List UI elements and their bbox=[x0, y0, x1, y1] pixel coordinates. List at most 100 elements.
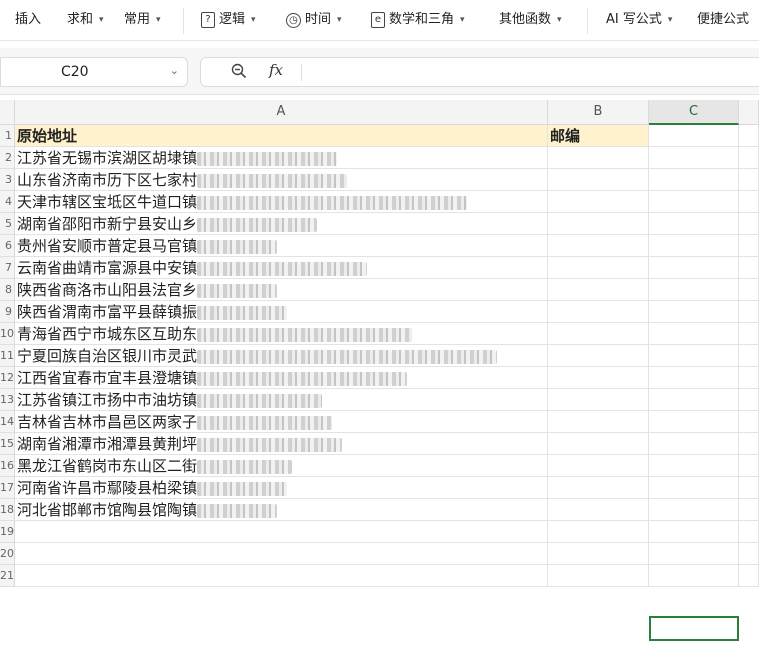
row-header[interactable]: 8 bbox=[0, 279, 15, 301]
row-header[interactable]: 18 bbox=[0, 499, 15, 521]
cell-b[interactable] bbox=[548, 191, 649, 213]
time-functions-button[interactable]: ◷ 时间 ▾ bbox=[286, 10, 342, 30]
cell-b[interactable] bbox=[548, 323, 649, 345]
cell-b[interactable] bbox=[548, 477, 649, 499]
cell-d[interactable] bbox=[739, 169, 759, 191]
cell-b[interactable] bbox=[548, 543, 649, 565]
other-functions-button[interactable]: 其他函数 ▾ bbox=[499, 10, 562, 30]
row-header[interactable]: 19 bbox=[0, 521, 15, 543]
cell-c[interactable] bbox=[649, 367, 739, 389]
cell-b[interactable] bbox=[548, 565, 649, 587]
cell-b[interactable] bbox=[548, 411, 649, 433]
cell-a[interactable] bbox=[15, 543, 548, 565]
cell-c[interactable] bbox=[649, 147, 739, 169]
cell-a[interactable]: 宁夏回族自治区银川市灵武 bbox=[15, 345, 548, 367]
cell-b[interactable] bbox=[548, 389, 649, 411]
name-box[interactable]: C20 ⌄ bbox=[0, 57, 188, 87]
cell-d[interactable] bbox=[739, 235, 759, 257]
cell-a[interactable]: 青海省西宁市城东区互助东 bbox=[15, 323, 548, 345]
row-header[interactable]: 1 bbox=[0, 125, 15, 147]
cell-b[interactable] bbox=[548, 147, 649, 169]
cell-d[interactable] bbox=[739, 191, 759, 213]
row-header[interactable]: 5 bbox=[0, 213, 15, 235]
cell-d[interactable] bbox=[739, 565, 759, 587]
row-header[interactable]: 9 bbox=[0, 301, 15, 323]
cell-b[interactable] bbox=[548, 257, 649, 279]
cell-a[interactable]: 江苏省无锡市滨湖区胡埭镇 bbox=[15, 147, 548, 169]
fx-icon[interactable]: fx bbox=[269, 61, 283, 79]
cell-a[interactable]: 陕西省渭南市富平县薛镇振 bbox=[15, 301, 548, 323]
cell-c[interactable] bbox=[649, 191, 739, 213]
formula-input[interactable]: fx bbox=[200, 57, 759, 87]
row-header[interactable]: 4 bbox=[0, 191, 15, 213]
column-header-b[interactable]: B bbox=[548, 100, 649, 125]
cell-d[interactable] bbox=[739, 411, 759, 433]
cell-d[interactable] bbox=[739, 257, 759, 279]
cell-d[interactable] bbox=[739, 279, 759, 301]
column-header-c[interactable]: C bbox=[649, 100, 739, 125]
cell-a[interactable]: 天津市辖区宝坻区牛道口镇 bbox=[15, 191, 548, 213]
cell-a[interactable]: 云南省曲靖市富源县中安镇 bbox=[15, 257, 548, 279]
row-header[interactable]: 12 bbox=[0, 367, 15, 389]
cell-c[interactable] bbox=[649, 125, 739, 147]
row-header[interactable]: 13 bbox=[0, 389, 15, 411]
row-header[interactable]: 11 bbox=[0, 345, 15, 367]
cell-a[interactable]: 黑龙江省鹤岗市东山区二街 bbox=[15, 455, 548, 477]
row-header[interactable]: 2 bbox=[0, 147, 15, 169]
cell-d[interactable] bbox=[739, 125, 759, 147]
select-all-corner[interactable] bbox=[0, 100, 15, 125]
cell-c[interactable] bbox=[649, 521, 739, 543]
cell-d[interactable] bbox=[739, 433, 759, 455]
chevron-down-icon[interactable]: ⌄ bbox=[170, 64, 179, 77]
row-header[interactable]: 17 bbox=[0, 477, 15, 499]
cell-c[interactable] bbox=[649, 543, 739, 565]
cell-a[interactable] bbox=[15, 521, 548, 543]
cell-a[interactable]: 陕西省商洛市山阳县法官乡 bbox=[15, 279, 548, 301]
cell-c[interactable] bbox=[649, 565, 739, 587]
cell-b[interactable] bbox=[548, 235, 649, 257]
cell-a[interactable]: 河南省许昌市鄢陵县柏梁镇 bbox=[15, 477, 548, 499]
cell-d[interactable] bbox=[739, 543, 759, 565]
cell-c[interactable] bbox=[649, 455, 739, 477]
cell-b[interactable] bbox=[548, 345, 649, 367]
cell-d[interactable] bbox=[739, 345, 759, 367]
cell-a[interactable] bbox=[15, 565, 548, 587]
cell-d[interactable] bbox=[739, 455, 759, 477]
cell-a[interactable]: 江苏省镇江市扬中市油坊镇 bbox=[15, 389, 548, 411]
cell-b[interactable] bbox=[548, 455, 649, 477]
cell-c[interactable] bbox=[649, 433, 739, 455]
row-header[interactable]: 15 bbox=[0, 433, 15, 455]
zoom-icon[interactable] bbox=[231, 63, 247, 79]
cell-d[interactable] bbox=[739, 147, 759, 169]
cell-d[interactable] bbox=[739, 389, 759, 411]
cell-b[interactable] bbox=[548, 301, 649, 323]
logic-functions-button[interactable]: ? 逻辑 ▾ bbox=[201, 10, 256, 30]
cell-b[interactable] bbox=[548, 521, 649, 543]
cell-b[interactable] bbox=[548, 169, 649, 191]
common-functions-button[interactable]: 常用 ▾ bbox=[124, 10, 161, 30]
cell-a[interactable]: 湖南省湘潭市湘潭县黄荆坪 bbox=[15, 433, 548, 455]
cell-b[interactable] bbox=[548, 279, 649, 301]
cell-c[interactable] bbox=[649, 323, 739, 345]
row-header[interactable]: 16 bbox=[0, 455, 15, 477]
cell-a[interactable]: 吉林省吉林市昌邑区两家子 bbox=[15, 411, 548, 433]
cell-d[interactable] bbox=[739, 213, 759, 235]
cell-a[interactable]: 原始地址 bbox=[15, 125, 548, 147]
cell-c[interactable] bbox=[649, 279, 739, 301]
column-header-d[interactable] bbox=[739, 100, 759, 125]
row-header[interactable]: 10 bbox=[0, 323, 15, 345]
cell-c[interactable] bbox=[649, 169, 739, 191]
ai-formula-button[interactable]: AI 写公式 ▾ bbox=[606, 10, 672, 30]
cell-a[interactable]: 湖南省邵阳市新宁县安山乡 bbox=[15, 213, 548, 235]
cell-b[interactable] bbox=[548, 499, 649, 521]
cell-b[interactable] bbox=[548, 213, 649, 235]
cell-a[interactable]: 山东省济南市历下区七家村 bbox=[15, 169, 548, 191]
cell-b[interactable]: 邮编 bbox=[548, 125, 649, 147]
cell-c[interactable] bbox=[649, 389, 739, 411]
cell-a[interactable]: 河北省邯郸市馆陶县馆陶镇 bbox=[15, 499, 548, 521]
cell-c[interactable] bbox=[649, 477, 739, 499]
row-header[interactable]: 6 bbox=[0, 235, 15, 257]
cell-c[interactable] bbox=[649, 213, 739, 235]
shortcut-formula-button[interactable]: 便捷公式 bbox=[697, 10, 749, 30]
cell-d[interactable] bbox=[739, 499, 759, 521]
